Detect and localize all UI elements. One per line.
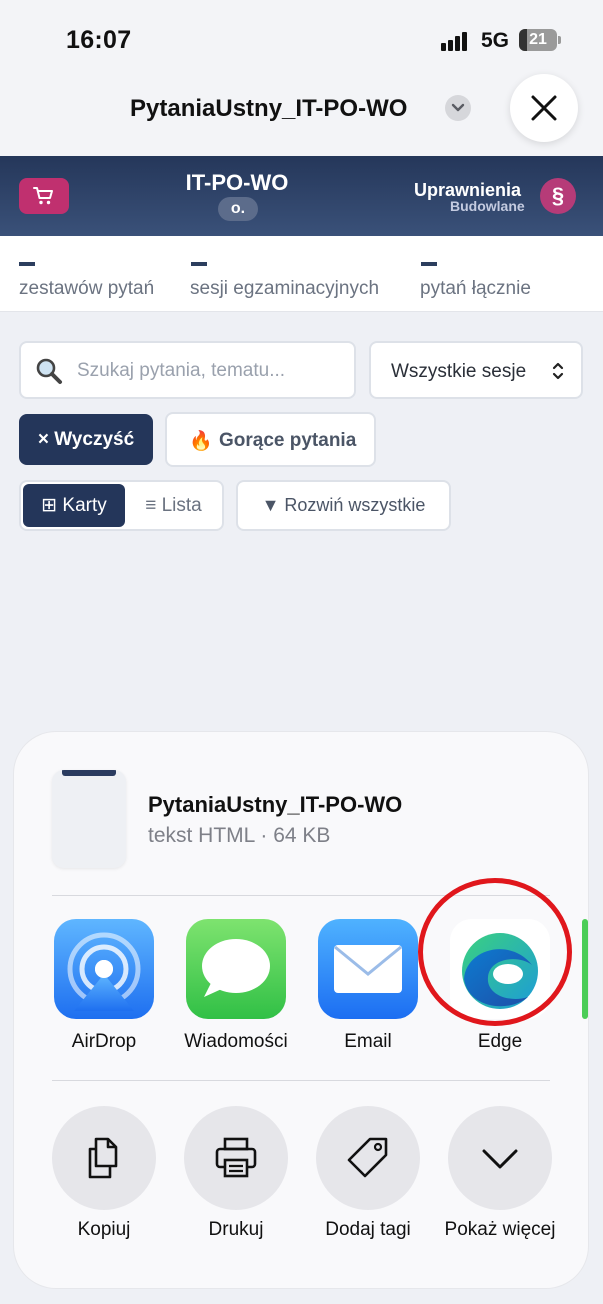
hot-questions-button[interactable]: 🔥 Gorące pytania [165, 412, 376, 467]
share-app-partial[interactable] [582, 919, 588, 1019]
share-file-meta: tekst HTML · 64 KB [148, 824, 331, 847]
share-app-email[interactable] [318, 919, 418, 1019]
app-subtitle-badge: o. [218, 197, 258, 221]
document-thumbnail [52, 770, 126, 868]
search-input[interactable] [77, 357, 345, 385]
messages-icon [186, 919, 286, 1019]
action-print-button[interactable] [184, 1106, 288, 1210]
action-copy-button[interactable] [52, 1106, 156, 1210]
view-toggle: ⊞ Karty ≡ Lista [19, 480, 224, 531]
stat-label: sesji egzaminacyjnych [190, 278, 380, 299]
view-list-button[interactable]: ≡ Lista [125, 484, 222, 527]
hot-questions-label: Gorące pytania [219, 430, 357, 451]
network-label: 5G [481, 29, 510, 52]
action-label: Drukuj [208, 1219, 264, 1240]
search-icon [36, 358, 62, 384]
title-menu-chevron-icon[interactable] [445, 95, 471, 121]
action-label: Kopiuj [77, 1219, 131, 1240]
mail-icon [318, 919, 418, 1019]
highlight-circle [418, 878, 572, 1026]
close-icon [531, 95, 557, 121]
chevron-down-icon [482, 1149, 518, 1169]
share-sheet: PytaniaUstny_IT-PO-WO tekst HTML · 64 KB… [14, 732, 588, 1288]
share-app-label: AirDrop [71, 1031, 137, 1052]
copy-icon [88, 1137, 118, 1179]
stat-value-placeholder [191, 262, 207, 266]
share-app-messages[interactable] [186, 919, 286, 1019]
battery-tip [558, 36, 561, 44]
session-select[interactable]: Wszystkie sesje [369, 341, 583, 399]
battery-percent: 21 [529, 31, 547, 48]
share-file-name: PytaniaUstny_IT-PO-WO [148, 792, 403, 817]
expand-all-button[interactable]: ▼ Rozwiń wszystkie [236, 480, 451, 531]
brand-tagline: Budowlane [450, 198, 525, 214]
view-cards-button[interactable]: ⊞ Karty [23, 484, 125, 527]
brand-logo: § [540, 178, 576, 214]
cart-button[interactable] [19, 178, 69, 214]
search-box [19, 341, 356, 399]
airdrop-icon [54, 919, 154, 1019]
status-bar: 16:07 5G 21 [0, 0, 603, 78]
stat-label: zestawów pytań [19, 278, 155, 299]
session-select-value: Wszystkie sesje [391, 361, 527, 382]
stats-bar: zestawów pytań sesji egzaminacyjnych pyt… [0, 236, 603, 312]
share-app-label: Email [344, 1031, 392, 1052]
share-app-label: Edge [477, 1031, 523, 1052]
document-title[interactable]: PytaniaUstny_IT-PO-WO [130, 95, 407, 123]
fire-icon: 🔥 [189, 431, 213, 452]
tag-icon [347, 1137, 388, 1178]
action-show-more-button[interactable] [448, 1106, 552, 1210]
app-title: IT-PO-WO [185, 170, 289, 195]
app-header: IT-PO-WO o. Uprawnienia Budowlane § [0, 156, 603, 236]
cart-icon [33, 187, 53, 205]
stat-value-placeholder [421, 262, 437, 266]
action-label: Dodaj tagi [325, 1219, 411, 1240]
action-label: Pokaż więcej [444, 1219, 556, 1240]
battery-icon: 21 [519, 29, 557, 51]
signal-icon [441, 32, 469, 51]
share-app-airdrop[interactable] [54, 919, 154, 1019]
divider [52, 1080, 550, 1081]
action-add-tags-button[interactable] [316, 1106, 420, 1210]
stat-value-placeholder [19, 262, 35, 266]
status-time: 16:07 [66, 26, 132, 54]
printer-icon [215, 1137, 257, 1178]
close-button[interactable] [510, 74, 578, 142]
share-app-label: Wiadomości [184, 1031, 288, 1052]
clear-filters-button[interactable]: × Wyczyść [19, 414, 153, 465]
chevron-updown-icon [552, 362, 564, 380]
stat-label: pytań łącznie [420, 278, 531, 299]
